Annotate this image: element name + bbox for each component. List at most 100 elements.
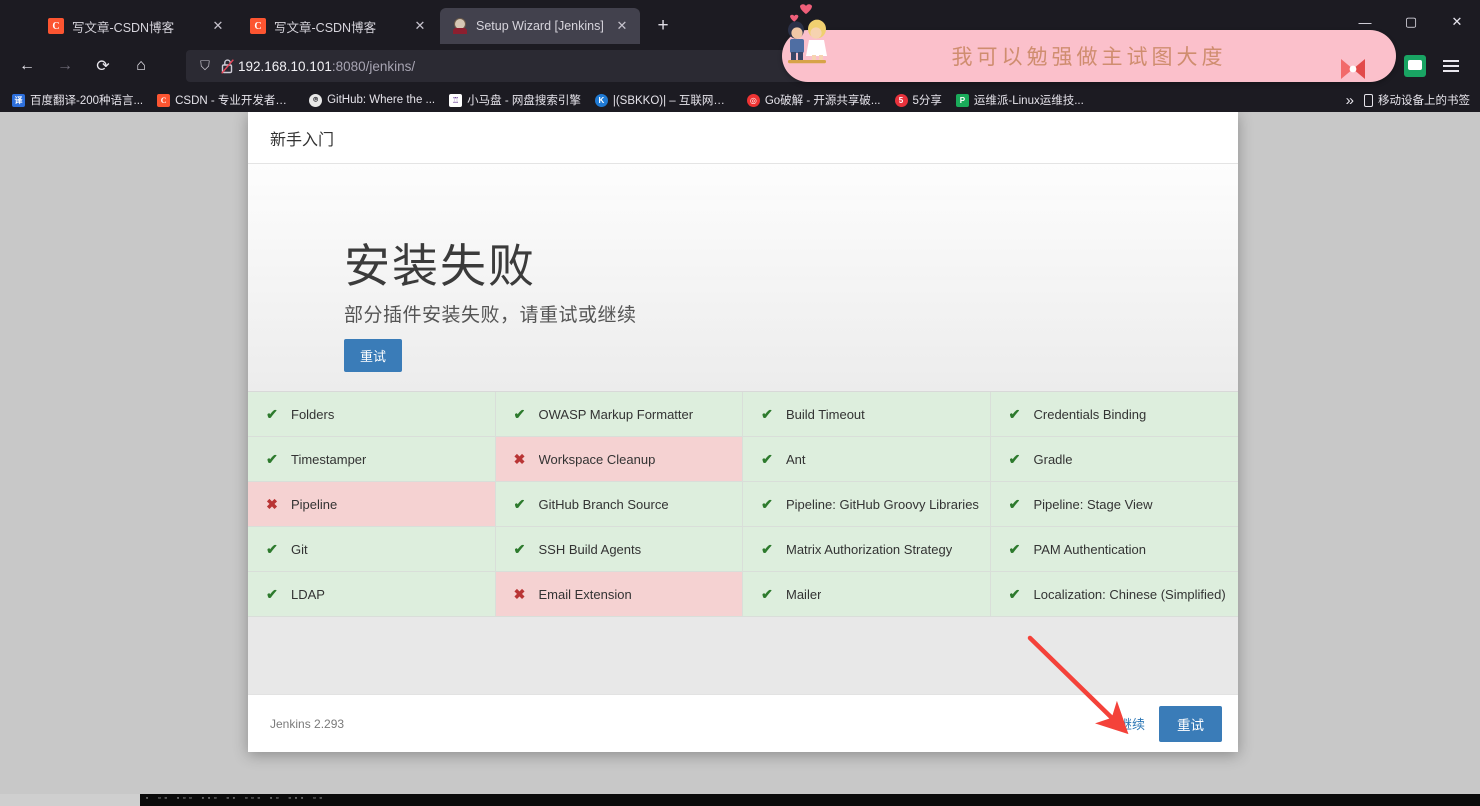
plugin-name: Credentials Binding	[1033, 406, 1147, 422]
back-button[interactable]: ←	[10, 50, 44, 82]
cross-icon: ✖	[513, 585, 526, 602]
plugin-status-cell: ✖ Workspace Cleanup	[495, 437, 743, 482]
bookmark-label: 运维派-Linux运维技...	[973, 95, 1084, 107]
cross-icon: ✖	[513, 450, 526, 467]
padlock-glyph	[220, 58, 234, 74]
maximize-button[interactable]: ▢	[1388, 0, 1434, 44]
check-icon: ✔	[266, 405, 278, 422]
pink-banner-text: 我可以勉强做主试图大度	[951, 45, 1227, 69]
couple-illustration-icon	[788, 4, 827, 64]
csdn-icon: C	[250, 18, 266, 34]
csdn-icon: C	[157, 93, 171, 107]
plugin-name: Pipeline: Stage View	[1033, 496, 1153, 512]
bookmarks-overflow-icon[interactable]: »	[1346, 92, 1354, 109]
check-icon: ✔	[761, 405, 773, 422]
plugin-name: Pipeline: GitHub Groovy Libraries	[786, 496, 979, 512]
bookmarks-overflow-group: » 移动设备上的书签	[1346, 92, 1474, 109]
yunweipai-icon: P	[955, 93, 969, 107]
check-icon: ✔	[1008, 540, 1021, 557]
new-tab-button[interactable]: +	[648, 11, 678, 41]
browser-tab-0[interactable]: C 写文章-CSDN博客 ✕	[36, 8, 236, 44]
plugin-status-cell: ✔ LDAP	[248, 572, 496, 617]
bookmark-5[interactable]: ◎ Go破解 - 开源共享破...	[741, 90, 887, 110]
extension-icon[interactable]	[1404, 55, 1426, 77]
plugin-name: Mailer	[786, 586, 822, 602]
plugin-name: GitHub Branch Source	[538, 496, 669, 512]
taskbar-left-segment	[0, 794, 140, 806]
plugin-status-cell: ✔ OWASP Markup Formatter	[495, 392, 743, 437]
plugin-name: Workspace Cleanup	[538, 451, 656, 467]
bookmark-2[interactable]: ⌾ GitHub: Where the ...	[303, 92, 441, 109]
gopojie-icon: ◎	[746, 93, 760, 107]
wizard-hero-title: 安装失败	[344, 240, 536, 292]
shield-icon[interactable]: ⛉	[194, 55, 216, 77]
wizard-footer-actions: 继续 重试	[1119, 705, 1222, 742]
sbkko-icon: K	[594, 93, 608, 107]
forward-button[interactable]: →	[48, 50, 82, 82]
plugin-name: Build Timeout	[786, 406, 865, 422]
ribbon-knot-icon	[1341, 59, 1365, 79]
check-icon: ✔	[1008, 495, 1021, 512]
browser-menu-icon[interactable]	[1434, 50, 1468, 82]
bookmark-0[interactable]: 译百度翻译-200种语言...	[6, 90, 149, 110]
plugin-status-cell: ✔ Git	[248, 527, 496, 572]
plugin-name: OWASP Markup Formatter	[538, 406, 694, 422]
plugin-name: Email Extension	[538, 586, 632, 602]
browser-tab-1[interactable]: C 写文章-CSDN博客 ✕	[238, 8, 438, 44]
tab-close-icon[interactable]: ✕	[410, 16, 430, 36]
screen: | 表 ( | b https://blog.csdn.net/weixin_5…	[0, 0, 1480, 806]
bookmark-7[interactable]: P 运维派-Linux运维技...	[950, 90, 1090, 110]
bookmark-1[interactable]: C CSDN - 专业开发者社...	[151, 90, 301, 110]
check-icon: ✔	[513, 405, 526, 422]
plugin-status-cell: ✔ Pipeline: GitHub Groovy Libraries	[743, 482, 991, 527]
github-icon: ⌾	[309, 93, 323, 107]
bookmark-6[interactable]: 5 5分享	[889, 90, 948, 110]
tab-close-icon[interactable]: ✕	[612, 16, 632, 36]
check-icon: ✔	[513, 495, 526, 512]
wizard-footer: Jenkins 2.293 继续 重试	[248, 694, 1238, 752]
bookmark-label: 百度翻译-200种语言...	[30, 95, 144, 107]
page-canvas: 新手入门 安装失败 部分插件安装失败，请重试或继续 重试 ✔ Folders ✔ OW…	[0, 112, 1480, 794]
plugin-status-cell: ✔ Pipeline: Stage View	[990, 482, 1238, 527]
translate-icon: 译	[12, 93, 25, 107]
wizard-hero-subtitle: 部分插件安装失败，请重试或继续	[344, 305, 637, 327]
reload-button[interactable]: ⟳	[86, 50, 120, 82]
plugin-name: LDAP	[291, 586, 325, 602]
mobile-bookmarks-label: 移动设备上的书签	[1378, 95, 1470, 107]
home-button[interactable]: ⌂	[124, 50, 158, 82]
tab-close-icon[interactable]: ✕	[208, 16, 228, 36]
taskbar-items: ▫ ▫▫ ▫▫▫ ▫▫▫ ▫▫ ▫▫▫ ▫▫ ▫▫▫ ▫▫	[145, 795, 325, 803]
jenkins-version-label: Jenkins 2.293	[270, 716, 345, 731]
plugin-status-cell: ✖ Pipeline	[248, 482, 496, 527]
bookmark-label: Go破解 - 开源共享破...	[764, 95, 881, 107]
url-text: 192.168.10.101:8080/jenkins/	[238, 59, 415, 74]
mobile-device-icon	[1364, 93, 1373, 107]
plugin-status-cell: ✔ Build Timeout	[743, 392, 991, 437]
bookmarks-bar: 译百度翻译-200种语言... C CSDN - 专业开发者社... ⌾ GitHub:…	[0, 88, 1480, 112]
cross-icon: ✖	[266, 495, 278, 512]
mobile-bookmarks-item[interactable]: 移动设备上的书签	[1364, 92, 1470, 108]
bookmark-3[interactable]: ♖ 小马盘 - 网盘搜索引擎	[443, 90, 587, 110]
browser-tab-2[interactable]: Setup Wizard [Jenkins] ✕	[440, 8, 640, 44]
retry-button[interactable]: 重试	[1159, 705, 1222, 742]
bookmark-label: |(SBKKO)| – 互联网高...	[612, 95, 733, 107]
pink-banner-overlay[interactable]: 我可以勉强做主试图大度	[782, 30, 1396, 82]
plugin-status-grid: ✔ Folders ✔ OWASP Markup Formatter ✔ Build Ti…	[248, 391, 1238, 617]
wizard-header: 新手入门	[248, 112, 1238, 164]
hero-retry-button[interactable]: 重试	[344, 339, 403, 373]
bookmark-4[interactable]: K |(SBKKO)| – 互联网高...	[589, 90, 739, 110]
continue-link[interactable]: 继续	[1119, 714, 1145, 733]
taskbar[interactable]: ▫ ▫▫ ▫▫▫ ▫▫▫ ▫▫ ▫▫▫ ▫▫ ▫▫▫ ▫▫	[0, 794, 1480, 806]
close-window-button[interactable]: ✕	[1434, 0, 1480, 44]
plugin-name: Folders	[291, 406, 335, 422]
plugin-name: Localization: Chinese (Simplified)	[1033, 586, 1226, 602]
toolbar-right-group	[1396, 50, 1472, 82]
plugin-name: Ant	[786, 451, 806, 467]
fenxiang-icon: 5	[894, 93, 908, 107]
unlocked-padlock-icon[interactable]	[216, 55, 238, 77]
wizard-header-title: 新手入门	[270, 131, 335, 149]
url-path: :8080/jenkins/	[331, 58, 416, 74]
url-host: 192.168.10.101	[238, 58, 332, 74]
check-icon: ✔	[761, 540, 773, 557]
plugin-name: Pipeline	[291, 496, 338, 512]
